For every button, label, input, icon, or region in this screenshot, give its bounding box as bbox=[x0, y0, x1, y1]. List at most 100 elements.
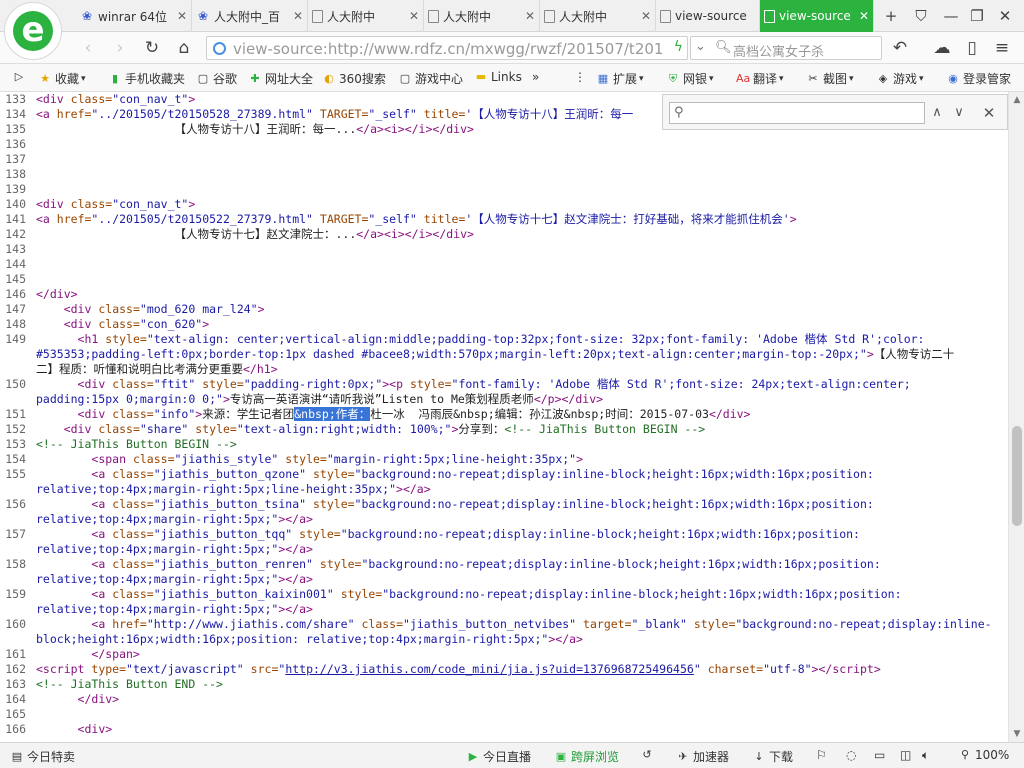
sound-icon[interactable]: ◌ bbox=[846, 748, 856, 762]
close-icon[interactable]: ✕ bbox=[641, 9, 651, 23]
translate-button[interactable]: Aa 翻译 ▾ bbox=[736, 70, 784, 87]
minimize-icon[interactable]: — bbox=[940, 6, 962, 26]
source-line: 144 bbox=[0, 257, 1008, 272]
user-icon: ◉ bbox=[948, 71, 958, 85]
close-icon[interactable]: ✕ bbox=[525, 9, 535, 23]
zoom-level[interactable]: ⚲ 100% bbox=[958, 748, 1009, 762]
line-number: 148 bbox=[5, 317, 26, 331]
window-close-icon[interactable]: ✕ bbox=[994, 6, 1016, 26]
menu-icon[interactable]: ≡ bbox=[990, 36, 1014, 60]
close-icon[interactable]: ✕ bbox=[177, 9, 187, 23]
doc-icon bbox=[544, 9, 555, 23]
source-line: 二】程质：听懂和说明白比考满分更重要</h1> bbox=[0, 362, 1008, 377]
source-line: 163 <!-- JiaThis Button END --> bbox=[0, 677, 1008, 692]
line-code: <!-- JiaThis Button BEGIN --> bbox=[36, 437, 237, 451]
skin-icon[interactable]: ⛉ bbox=[910, 6, 932, 26]
fav-sites[interactable]: ✚ 网址大全 bbox=[248, 70, 313, 87]
status-accelerator[interactable]: ✈ 加速器 bbox=[676, 748, 729, 765]
search-text: 高档公寓女子杀 bbox=[733, 45, 825, 60]
tab-4[interactable]: 人大附中 ✕ bbox=[540, 0, 656, 32]
window-icon[interactable]: ▭ bbox=[874, 748, 885, 762]
line-code: <div class="ftit" style="padding-right:0… bbox=[77, 377, 911, 391]
more-options-icon[interactable]: ⋮ bbox=[574, 70, 586, 84]
forward-icon[interactable]: › bbox=[108, 36, 132, 60]
vertical-scrollbar[interactable]: ▲ ▼ bbox=[1008, 92, 1024, 742]
find-previous-icon[interactable]: ∧ bbox=[927, 102, 947, 124]
address-bar[interactable]: view-source:http://www.rdfz.cn/mxwgg/rwz… bbox=[206, 36, 688, 60]
sidebar-toggle[interactable]: ▷ bbox=[12, 70, 29, 84]
scissors-icon: ✂ bbox=[808, 71, 818, 85]
more-favorites-icon[interactable]: » bbox=[532, 70, 539, 84]
cloud-icon[interactable]: ☁ bbox=[930, 36, 954, 60]
close-icon[interactable]: ✕ bbox=[859, 9, 869, 23]
fav-360search[interactable]: ◐ 360搜索 bbox=[322, 70, 386, 87]
reload-icon[interactable]: ↻ bbox=[140, 36, 164, 60]
source-line: 162 <script type="text/javascript" src="h… bbox=[0, 662, 1008, 677]
close-icon[interactable]: ✕ bbox=[409, 9, 419, 23]
line-number: 153 bbox=[5, 437, 26, 451]
line-number: 138 bbox=[5, 167, 26, 181]
fav-links[interactable]: ▬ Links bbox=[474, 70, 522, 84]
bank-button[interactable]: ⛨ 网银 ▾ bbox=[666, 70, 714, 87]
fav-google[interactable]: ▢ 谷歌 bbox=[196, 70, 237, 87]
source-view[interactable]: 133 <div class="con_nav_t"> 134 <a href="..… bbox=[0, 92, 1008, 742]
scroll-down-icon[interactable]: ▼ bbox=[1009, 726, 1024, 742]
find-close-icon[interactable]: ✕ bbox=[979, 102, 999, 124]
line-code: <a class="jiathis_button_tqq" style="bac… bbox=[91, 527, 860, 541]
screenshot-button[interactable]: ✂ 截图 ▾ bbox=[806, 70, 853, 87]
games-button[interactable]: ◈ 游戏 ▾ bbox=[876, 70, 924, 87]
search-box[interactable]: ⌄ 🔍︎ 高档公寓女子杀 bbox=[690, 36, 882, 60]
fav-mobile[interactable]: ▮ 手机收藏夹 bbox=[108, 70, 185, 87]
line-code: <div class="mod_620 mar_l24"> bbox=[63, 302, 265, 316]
scroll-thumb[interactable] bbox=[1012, 426, 1022, 526]
login-manager-button[interactable]: ◉ 登录管家 bbox=[946, 70, 1011, 87]
back-icon[interactable]: ‹ bbox=[76, 36, 100, 60]
tab-3[interactable]: 人大附中 ✕ bbox=[424, 0, 540, 32]
fav-collect[interactable]: ★ 收藏 ▾ bbox=[38, 70, 85, 87]
tab-1[interactable]: ❀ 人大附中_百 ✕ bbox=[192, 0, 308, 32]
status-live[interactable]: ▶ 今日直播 bbox=[466, 748, 531, 765]
lightning-icon[interactable]: ϟ bbox=[674, 39, 683, 55]
line-code: <a class="jiathis_button_kaixin001" styl… bbox=[91, 587, 902, 601]
source-line: block;height:16px;width:16px;position: r… bbox=[0, 632, 1008, 647]
status-deals[interactable]: ▤ 今日特卖 bbox=[10, 748, 75, 765]
source-line: 165 bbox=[0, 707, 1008, 722]
volume-icon[interactable]: 🔈︎ bbox=[922, 748, 929, 763]
grid-small-icon[interactable]: ◫ bbox=[900, 748, 911, 762]
status-refresh[interactable]: ↺ bbox=[640, 748, 657, 762]
navigation-bar: ‹ › ↻ ⌂ view-source:http://www.rdfz.cn/m… bbox=[0, 32, 1024, 64]
browser-logo[interactable]: e bbox=[4, 2, 62, 60]
close-icon[interactable]: ✕ bbox=[293, 9, 303, 23]
new-tab-icon[interactable]: + bbox=[880, 6, 902, 26]
tab-2[interactable]: 人大附中 ✕ bbox=[308, 0, 424, 32]
undo-icon[interactable]: ↶ bbox=[888, 36, 912, 60]
line-code: </div> bbox=[36, 287, 78, 301]
line-code: <div class="info">来源：学生记者团&nbsp;作者：杜一冰 冯… bbox=[77, 407, 751, 421]
search-icon: 🔍︎ bbox=[715, 40, 732, 55]
refresh-icon: ↺ bbox=[642, 748, 652, 761]
source-line: 159 <a class="jiathis_button_kaixin001" … bbox=[0, 587, 1008, 602]
restore-icon[interactable]: ❐ bbox=[966, 6, 988, 26]
status-download[interactable]: ↓ 下载 bbox=[752, 748, 793, 765]
tab-6-active[interactable]: view-source ✕ bbox=[760, 0, 874, 32]
find-input[interactable]: ⚲ bbox=[669, 102, 925, 124]
fav-games[interactable]: ▢ 游戏中心 bbox=[398, 70, 463, 87]
extensions-button[interactable]: ▦ 扩展 ▾ bbox=[596, 70, 644, 87]
status-cross-screen[interactable]: ▣ 跨屏浏览 bbox=[554, 748, 619, 765]
line-number: 157 bbox=[5, 527, 26, 541]
source-line: relative;top:4px;margin-right:5px;"></a> bbox=[0, 512, 1008, 527]
scroll-up-icon[interactable]: ▲ bbox=[1009, 92, 1024, 108]
tab-5[interactable]: view-source bbox=[656, 0, 760, 32]
find-next-icon[interactable]: ∨ bbox=[949, 102, 969, 124]
phone-icon[interactable]: ▯ bbox=[960, 36, 984, 60]
chevron-down-icon[interactable]: ⌄ bbox=[695, 39, 706, 54]
flag-icon[interactable]: ⚐ bbox=[816, 748, 827, 762]
source-line: 152 <div class="share" style="text-align… bbox=[0, 422, 1008, 437]
source-line: 148 <div class="con_620"> bbox=[0, 317, 1008, 332]
line-number: 154 bbox=[5, 452, 26, 466]
source-line: 140 <div class="con_nav_t"> bbox=[0, 197, 1008, 212]
tab-0[interactable]: ❀ winrar 64位 ✕ bbox=[76, 0, 192, 32]
line-code: </span> bbox=[91, 647, 140, 661]
source-line: 138 bbox=[0, 167, 1008, 182]
home-icon[interactable]: ⌂ bbox=[172, 36, 196, 60]
